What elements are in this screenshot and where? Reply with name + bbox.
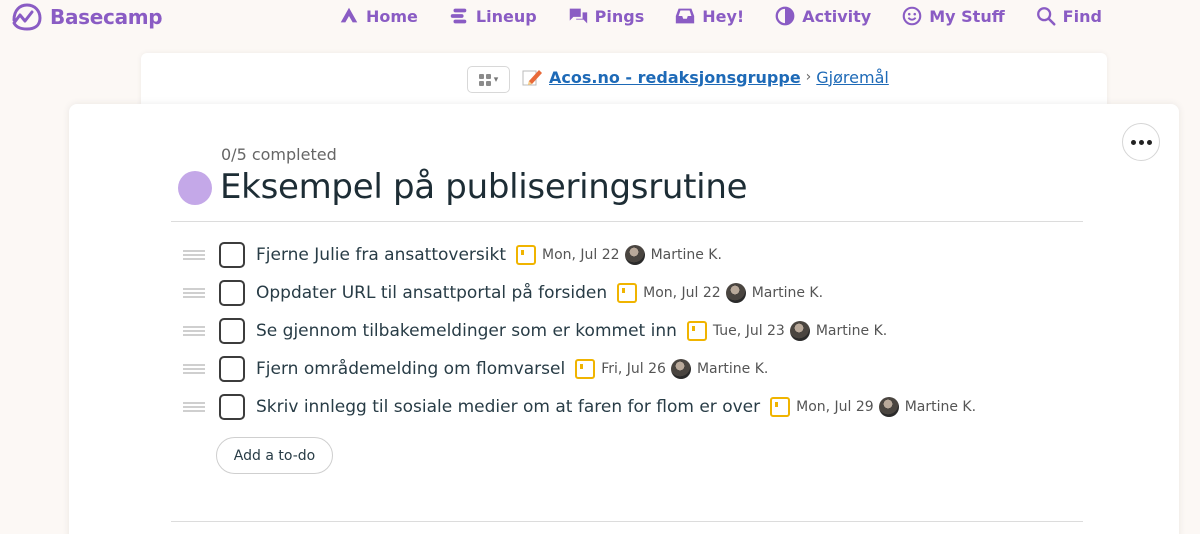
smiley-icon [902,6,922,26]
drag-handle-icon[interactable] [183,250,205,260]
avatar [624,245,645,265]
todo-checkbox[interactable] [219,356,245,382]
todo-due-date: Mon, Jul 29 [796,399,874,415]
nav-pings-label: Pings [594,6,645,26]
todo-checkbox[interactable] [219,318,245,344]
todo-text[interactable]: Fjern områdemelding om flomvarsel [256,359,565,379]
top-navigation: Basecamp Home Lineup Pings Hey! Activity… [0,0,1200,34]
todo-item[interactable]: Skriv innlegg til sosiale medier om at f… [183,393,976,421]
todo-assignee: Martine K. [650,247,722,263]
dot-icon [1146,139,1152,145]
home-icon [340,7,358,23]
todo-due-date: Fri, Jul 26 [601,361,666,377]
todo-assignee: Martine K. [696,361,769,377]
drag-handle-icon[interactable] [183,288,205,298]
inbox-icon [676,8,695,24]
basecamp-logo[interactable]: Basecamp [10,2,163,32]
avatar [725,283,746,303]
calendar-icon [617,283,638,303]
divider [171,521,1083,522]
dot-icon [1138,139,1144,145]
nav-hey[interactable]: Hey! [674,5,744,27]
nav-my-stuff[interactable]: My Stuff [901,5,1005,27]
nav-pings[interactable]: Pings [567,5,645,27]
app-name: Basecamp [50,5,163,29]
avatar [789,321,810,341]
breadcrumb-separator: › [805,69,812,85]
todo-assignee: Martine K. [815,323,888,339]
todo-due-date: Mon, Jul 22 [541,247,620,263]
chevron-down-icon: ▾ [493,74,499,85]
todo-item[interactable]: Se gjennom tilbakemeldinger som er komme… [183,317,887,345]
dot-icon [1130,139,1136,145]
nav-home[interactable]: Home [338,5,418,27]
grid-icon [478,73,491,86]
drag-handle-icon[interactable] [183,364,205,374]
search-icon [1036,7,1056,26]
add-todo-button[interactable]: Add a to-do [216,437,333,474]
todo-item[interactable]: Fjern områdemelding om flomvarsel Fri, J… [183,355,768,383]
main-nav: Home Lineup Pings Hey! Activity My Stuff… [338,5,1132,27]
todo-due-date: Tue, Jul 23 [712,323,785,339]
nav-lineup-label: Lineup [475,6,537,26]
todo-assignee: Martine K. [751,285,824,301]
nav-find[interactable]: Find [1035,5,1102,27]
nav-home-label: Home [366,6,418,26]
breadcrumb: Acos.no - redaksjonsgruppe › Gjøremål [521,67,889,87]
project-switcher-button[interactable]: ▾ [467,66,510,93]
divider [171,221,1083,222]
basecamp-logo-icon [12,3,42,31]
todo-checkbox[interactable] [219,394,245,420]
completion-status: 0/5 completed [221,145,337,164]
calendar-icon [575,359,596,379]
lineup-icon [450,8,467,24]
calendar-icon [515,245,536,265]
todo-checkbox[interactable] [219,242,245,268]
breadcrumb-project-link[interactable]: Acos.no - redaksjonsgruppe [549,68,801,87]
todo-text[interactable]: Skriv innlegg til sosiale medier om at f… [256,397,760,417]
todo-checkbox[interactable] [219,280,245,306]
drag-handle-icon[interactable] [183,402,205,412]
calendar-icon [770,397,791,417]
nav-hey-label: Hey! [702,6,745,26]
todo-item[interactable]: Oppdater URL til ansattportal på forside… [183,279,823,307]
nav-my-stuff-label: My Stuff [929,6,1005,26]
activity-icon [775,6,795,26]
todo-text[interactable]: Se gjennom tilbakemeldinger som er komme… [256,321,677,341]
pings-icon [568,8,587,24]
calendar-icon [686,321,707,341]
drag-handle-icon[interactable] [183,326,205,336]
list-color-dot [178,171,212,205]
todo-item[interactable]: Fjerne Julie fra ansattoversikt Mon, Jul… [183,241,722,269]
nav-activity[interactable]: Activity [774,5,871,27]
nav-activity-label: Activity [802,6,872,26]
nav-find-label: Find [1062,6,1102,26]
todo-due-date: Mon, Jul 22 [643,285,721,301]
avatar [878,397,899,417]
todolist-card: 0/5 completed Eksempel på publiseringsru… [69,104,1179,534]
breadcrumb-todos-link[interactable]: Gjøremål [816,68,889,87]
avatar [670,359,691,379]
list-title[interactable]: Eksempel på publiseringsrutine [220,167,747,207]
todo-text[interactable]: Oppdater URL til ansattportal på forside… [256,283,607,303]
todo-assignee: Martine K. [904,399,977,415]
more-options-button[interactable] [1122,123,1160,161]
project-pencil-icon [522,70,542,86]
nav-lineup[interactable]: Lineup [448,5,537,27]
todo-text[interactable]: Fjerne Julie fra ansattoversikt [256,245,506,265]
